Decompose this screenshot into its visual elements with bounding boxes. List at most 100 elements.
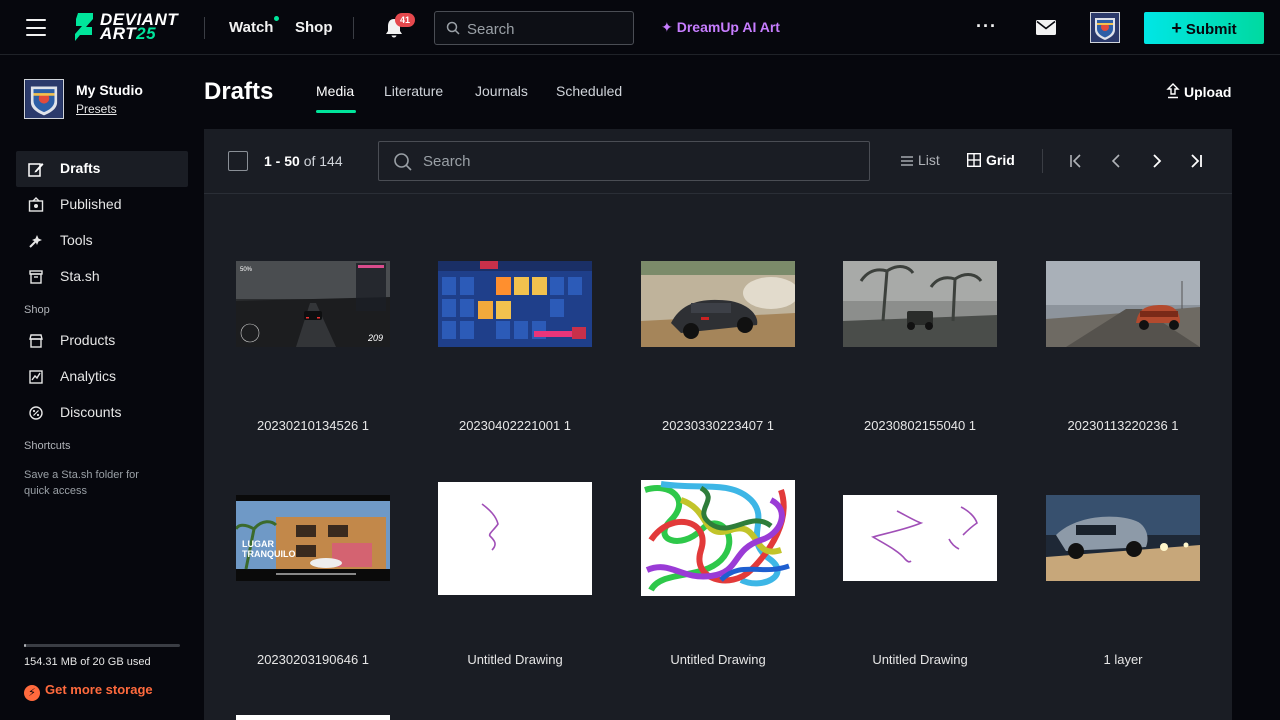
- dreamup-link[interactable]: ✦ DreamUp AI Art: [661, 19, 780, 36]
- logo-mark-icon: [75, 13, 93, 41]
- mail-icon[interactable]: [1036, 20, 1056, 35]
- thumbnail-image: [438, 261, 592, 347]
- sidebar-item-label: Sta.sh: [60, 268, 100, 284]
- tab-scheduled[interactable]: Scheduled: [556, 83, 622, 99]
- draft-card[interactable]: 20230330223407 1: [617, 218, 819, 452]
- stash-icon: [29, 270, 43, 284]
- get-more-storage-link[interactable]: ⚡ Get more storage: [24, 682, 153, 701]
- drafts-search-input[interactable]: [423, 151, 823, 171]
- thumbnail[interactable]: [843, 218, 997, 390]
- watch-link[interactable]: Watch: [229, 19, 273, 36]
- draft-card[interactable]: 50% 209 20230210134526 1: [212, 218, 414, 452]
- last-page-icon[interactable]: [1186, 151, 1206, 171]
- watch-dot: [274, 16, 279, 21]
- presets-link[interactable]: Presets: [76, 102, 117, 116]
- draft-card[interactable]: 1 layer: [1022, 452, 1224, 686]
- draft-card[interactable]: 20230802155040 1: [819, 218, 1021, 452]
- draft-card[interactable]: Untitled Drawing: [414, 452, 616, 686]
- card-title: 1 layer: [1103, 652, 1143, 667]
- upload-button[interactable]: Upload: [1166, 83, 1231, 100]
- grid-icon: [967, 153, 981, 167]
- thumbnail-image: LUGAR TRANQUILO: [236, 495, 390, 581]
- card-title: 20230802155040 1: [863, 418, 977, 433]
- card-title: 20230330223407 1: [661, 418, 775, 433]
- discounts-icon: [29, 406, 43, 420]
- sidebar-item-drafts[interactable]: Drafts: [16, 151, 188, 187]
- thumbnail[interactable]: LUGAR TRANQUILO: [236, 452, 390, 624]
- sidebar-item-products[interactable]: Products: [16, 323, 188, 359]
- tab-literature[interactable]: Literature: [384, 83, 443, 99]
- select-all-checkbox[interactable]: [228, 151, 248, 171]
- next-page-icon[interactable]: [1146, 151, 1166, 171]
- submit-button[interactable]: + Submit: [1144, 12, 1264, 44]
- thumbnail-image: [843, 261, 997, 347]
- svg-text:TRANQUILO: TRANQUILO: [242, 549, 296, 559]
- card-title: Untitled Drawing: [872, 652, 968, 667]
- thumbnail[interactable]: [1046, 218, 1200, 390]
- list-view-button[interactable]: List: [901, 152, 940, 168]
- sidebar-item-published[interactable]: Published: [16, 187, 188, 223]
- thumbnail[interactable]: [641, 452, 795, 624]
- top-search-input[interactable]: [467, 19, 627, 39]
- sidebar-item-label: Analytics: [60, 368, 117, 384]
- search-icon: [394, 153, 412, 171]
- card-title: Untitled Drawing: [670, 652, 766, 667]
- plus-icon: +: [1171, 18, 1182, 38]
- sidebar-item-analytics[interactable]: Analytics: [16, 359, 188, 395]
- storage-bar-fill: [24, 644, 26, 647]
- studio-avatar[interactable]: [24, 79, 64, 119]
- thumbnail-image: [1046, 261, 1200, 347]
- lightning-icon: ⚡: [24, 685, 40, 701]
- sparkle-icon: ✦: [661, 19, 673, 35]
- thumbnail[interactable]: [438, 218, 592, 390]
- thumbnail[interactable]: [843, 452, 997, 624]
- sidebar-item-tools[interactable]: Tools: [16, 223, 188, 259]
- draft-card[interactable]: LUGAR TRANQUILO 20230203190646 1: [212, 452, 414, 686]
- draft-card[interactable]: 20230402221001 1: [414, 218, 616, 452]
- logo-text-2: ART25: [100, 24, 157, 43]
- upload-icon: [1166, 83, 1180, 99]
- deviantart-logo[interactable]: DEVIANT ART25: [74, 11, 182, 44]
- card-title: 20230203190646 1: [256, 652, 370, 667]
- first-page-icon[interactable]: [1066, 151, 1086, 171]
- sidebar-item-stash[interactable]: Sta.sh: [16, 259, 188, 295]
- thumbnail[interactable]: [438, 452, 592, 624]
- grid-view-button[interactable]: Grid: [967, 152, 1015, 168]
- thumbnail[interactable]: [641, 218, 795, 390]
- draft-card[interactable]: Untitled Drawing: [617, 452, 819, 686]
- svg-text:209: 209: [367, 333, 383, 343]
- sidebar-item-label: Drafts: [60, 160, 101, 176]
- sidebar: My Studio Presets Drafts Published Tools…: [0, 56, 204, 720]
- thumbnail-partial[interactable]: [236, 715, 390, 720]
- user-avatar[interactable]: [1090, 12, 1120, 43]
- divider: [353, 17, 354, 39]
- tab-media[interactable]: Media: [316, 83, 354, 99]
- result-range: 1 - 50 of 144: [264, 153, 343, 169]
- divider: [204, 17, 205, 39]
- menu-icon[interactable]: [26, 19, 46, 36]
- drafts-icon: [28, 163, 44, 177]
- products-icon: [29, 334, 43, 348]
- storage-usage-text: 154.31 MB of 20 GB used: [24, 656, 151, 668]
- top-search-box[interactable]: [434, 11, 634, 45]
- studio-crest-icon: [25, 80, 63, 118]
- top-bar: DEVIANT ART25 Watch Shop 41 ✦DreamUp AI …: [0, 0, 1280, 55]
- search-icon: [446, 21, 460, 35]
- sidebar-item-discounts[interactable]: Discounts: [16, 395, 188, 431]
- drafts-search-box[interactable]: [378, 141, 870, 181]
- card-title: Untitled Drawing: [467, 652, 563, 667]
- draft-card[interactable]: Untitled Drawing: [819, 452, 1021, 686]
- more-icon[interactable]: ···: [976, 16, 997, 37]
- draft-card[interactable]: 20230113220236 1: [1022, 218, 1224, 452]
- shop-link[interactable]: Shop: [295, 19, 333, 36]
- analytics-icon: [29, 370, 43, 384]
- shortcuts-note: Save a Sta.sh folder for quick access: [24, 469, 139, 497]
- thumbnail[interactable]: 50% 209: [236, 218, 390, 390]
- svg-text:LUGAR: LUGAR: [242, 539, 274, 549]
- shop-section-heading: Shop: [24, 304, 50, 316]
- tab-journals[interactable]: Journals: [475, 83, 528, 99]
- studio-title: My Studio: [76, 82, 143, 98]
- thumbnail[interactable]: [1046, 452, 1200, 624]
- notification-badge: 41: [395, 13, 415, 27]
- previous-page-icon[interactable]: [1107, 151, 1127, 171]
